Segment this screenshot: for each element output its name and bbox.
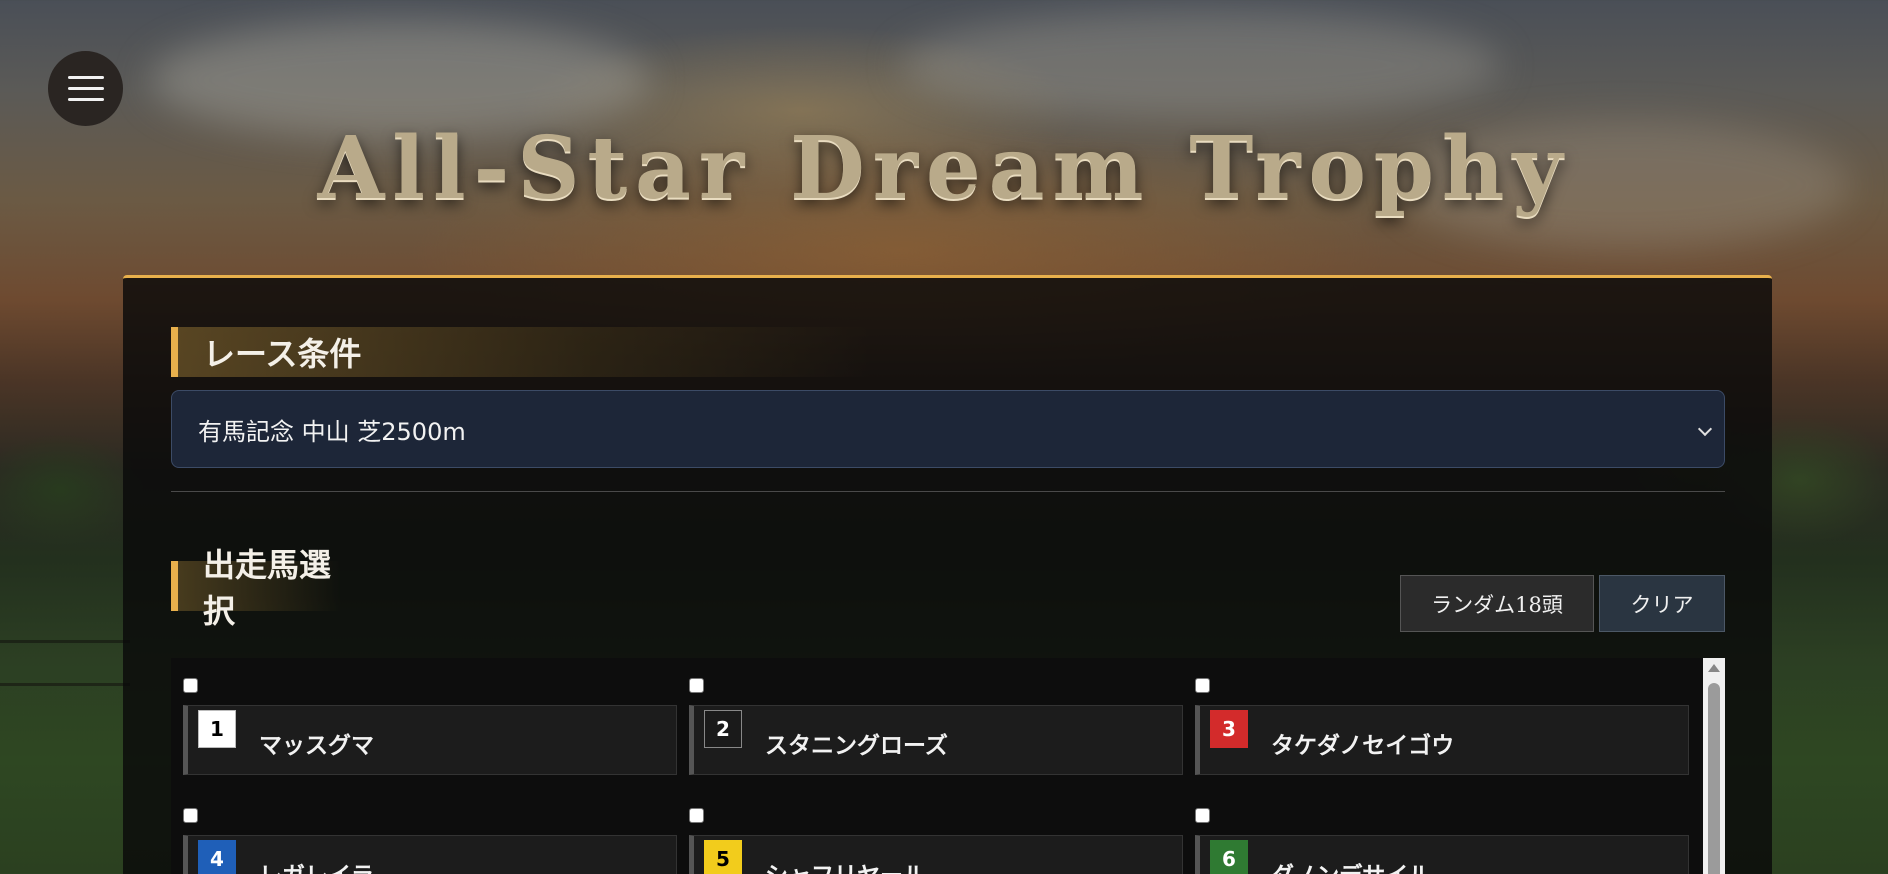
- horse-list: 1 マッスグマ 2 スタニングローズ 3 タケダノセイゴウ 4 レガレイラ: [171, 658, 1725, 874]
- horse-card[interactable]: 5 シャフリヤール: [689, 835, 1183, 874]
- horse-checkbox[interactable]: [1195, 808, 1210, 823]
- chevron-down-icon: [1697, 421, 1713, 437]
- scroll-thumb[interactable]: [1708, 683, 1720, 874]
- race-select-value: 有馬記念 中山 芝2500m: [198, 417, 466, 446]
- horse-list-scrollbar[interactable]: [1703, 658, 1725, 874]
- race-conditions-heading: レース条件: [171, 327, 871, 377]
- horse-card[interactable]: 1 マッスグマ: [183, 705, 677, 775]
- horse-name: ダノンデサイル: [1271, 856, 1431, 874]
- gate-number-badge: 1: [198, 710, 236, 748]
- horse-name: マッスグマ: [259, 733, 374, 759]
- race-select[interactable]: 有馬記念 中山 芝2500m: [171, 390, 1725, 468]
- clear-button[interactable]: クリア: [1599, 575, 1725, 632]
- horse-checkbox[interactable]: [689, 678, 704, 693]
- section-divider: [171, 491, 1725, 492]
- menu-button[interactable]: [48, 51, 123, 126]
- horse-checkbox[interactable]: [1195, 678, 1210, 693]
- horse-card[interactable]: 4 レガレイラ: [183, 835, 677, 874]
- horse-name: スタニングローズ: [765, 733, 948, 759]
- horse-checkbox[interactable]: [183, 808, 198, 823]
- horse-selection-heading: 出走馬選択: [171, 546, 341, 630]
- gate-number-badge: 5: [704, 840, 742, 874]
- horse-name: レガレイラ: [259, 856, 374, 874]
- random-18-button[interactable]: ランダム18頭: [1400, 575, 1594, 632]
- gate-number-badge: 6: [1210, 840, 1248, 874]
- site-title: All-Star Dream Trophy: [317, 118, 1571, 219]
- horse-name: シャフリヤール: [765, 856, 926, 874]
- hamburger-menu-icon: [67, 75, 104, 102]
- horse-card[interactable]: 6 ダノンデサイル: [1195, 835, 1689, 874]
- gate-number-badge: 3: [1210, 710, 1248, 748]
- horse-checkbox[interactable]: [689, 808, 704, 823]
- main-panel: レース条件 有馬記念 中山 芝2500m 出走馬選択 ランダム18頭 クリア 1…: [123, 275, 1772, 874]
- gate-number-badge: 2: [704, 710, 742, 748]
- horse-name: タケダノセイゴウ: [1271, 733, 1455, 759]
- horse-card[interactable]: 2 スタニングローズ: [689, 705, 1183, 775]
- arrow-up-icon[interactable]: [1708, 664, 1720, 672]
- horse-card[interactable]: 3 タケダノセイゴウ: [1195, 705, 1689, 775]
- horse-checkbox[interactable]: [183, 678, 198, 693]
- gate-number-badge: 4: [198, 840, 236, 874]
